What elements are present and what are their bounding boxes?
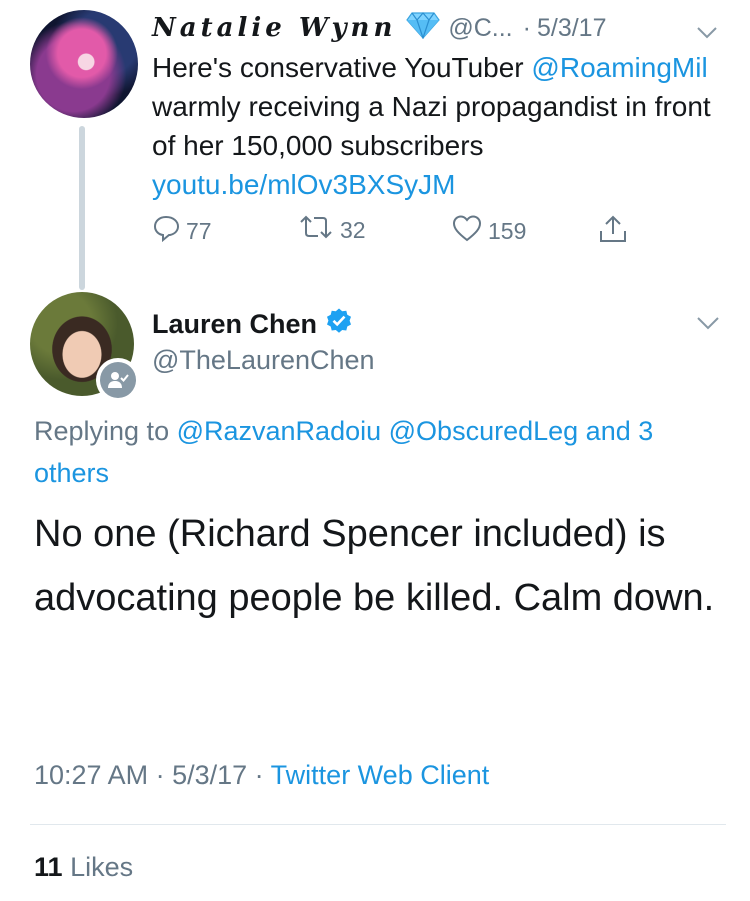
divider	[30, 824, 726, 825]
parent-text-middle: warmly receiving a Nazi propagandist in …	[152, 91, 711, 161]
follow-badge[interactable]	[96, 358, 140, 402]
reply-button[interactable]: 77	[152, 214, 212, 248]
heart-icon	[452, 214, 488, 248]
chevron-down-icon[interactable]	[696, 18, 718, 47]
thread-connector-line	[79, 126, 85, 290]
parent-avatar[interactable]	[30, 10, 138, 118]
diamond-emoji-icon	[406, 11, 441, 46]
replying-prefix: Replying to	[34, 416, 177, 446]
parent-tweet-header: Natalie Wynn @C... · 5/3/17	[152, 8, 732, 48]
replying-to-line: Replying to @RazvanRadoiu @ObscuredLeg a…	[34, 410, 714, 494]
verified-badge-icon	[317, 307, 353, 342]
tweet-source-link[interactable]: Twitter Web Client	[271, 760, 490, 790]
follow-badge-icon	[100, 362, 136, 398]
header-separator-dot: ·	[522, 13, 531, 42]
parent-tweet-text: Here's conservative YouTuber @RoamingMil…	[152, 48, 712, 204]
parent-tweet-date[interactable]: 5/3/17	[537, 14, 607, 43]
main-author-name-row[interactable]: Lauren Chen	[152, 307, 353, 342]
main-author-name[interactable]: Lauren Chen	[152, 309, 317, 340]
parent-author-handle[interactable]: @C...	[448, 14, 512, 43]
share-button[interactable]	[598, 214, 634, 250]
replying-and-link[interactable]: and	[586, 416, 631, 446]
likes-count: 11	[34, 852, 63, 882]
like-button[interactable]: 159	[452, 214, 526, 248]
razvanradoiu-mention-link[interactable]: @RazvanRadoiu	[177, 416, 382, 446]
reply-count: 77	[186, 217, 212, 244]
likes-summary[interactable]: 11 Likes	[34, 852, 133, 883]
parent-author-name[interactable]: Natalie Wynn	[152, 13, 396, 43]
likes-label: Likes	[70, 852, 134, 882]
retweet-count: 32	[340, 216, 366, 243]
reply-icon	[152, 214, 186, 248]
share-icon	[598, 214, 634, 250]
retweet-button[interactable]: 32	[298, 214, 366, 246]
tweet-metadata: 10:27 AM · 5/3/17 · Twitter Web Client	[34, 760, 490, 790]
youtube-link[interactable]: youtu.be/mlOv3BXSyJM	[152, 169, 455, 200]
tweet-time: 10:27 AM	[34, 760, 149, 790]
parent-text-intro: Here's conservative YouTuber	[152, 52, 532, 83]
like-count: 159	[488, 217, 527, 244]
chevron-down-icon[interactable]	[696, 316, 720, 337]
tweet-date: 5/3/17	[172, 760, 248, 790]
parent-tweet-actions: 77 32 159	[152, 214, 672, 254]
obscuredleg-mention-link[interactable]: @ObscuredLeg	[389, 416, 579, 446]
retweet-icon	[298, 214, 340, 246]
roamingmil-mention-link[interactable]: @RoamingMil	[531, 52, 707, 83]
main-tweet-text: No one (Richard Spencer included) is adv…	[34, 513, 715, 619]
main-author-handle[interactable]: @TheLaurenChen	[152, 345, 375, 376]
